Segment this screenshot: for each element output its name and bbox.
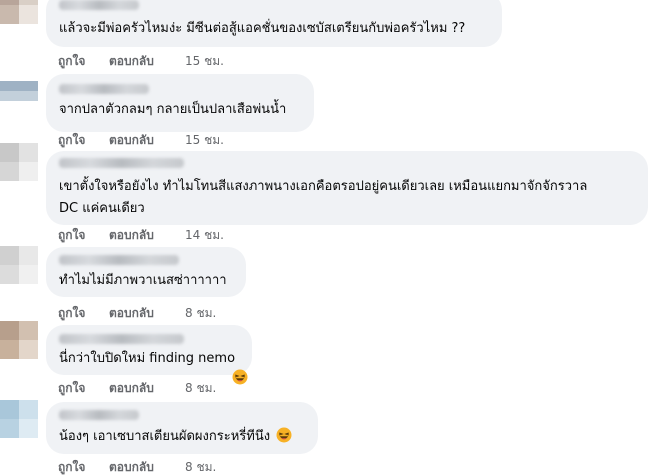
comment-timestamp[interactable]: 8 ชม.	[185, 304, 216, 322]
comment-actions: ถูกใจ ตอบกลับ 8 ชม.	[58, 379, 216, 397]
comment-bubble: จากปลาตัวกลมๆ กลายเป็นปลาเสือพ่นน้ำ	[46, 74, 314, 132]
comment-timestamp[interactable]: 14 ชม.	[185, 226, 224, 244]
comment-bubble: แล้วจะมีพ่อครัวไหมง่ะ มีซีนต่อสู้แอคชั่น…	[46, 0, 502, 47]
comment-bubble: น้องๆ เอาเซบาสเตียนผัดผงกระหรี่ทีนึง	[46, 402, 318, 454]
avatar[interactable]	[0, 246, 38, 284]
laughing-emoji-icon	[276, 427, 292, 443]
comment-actions: ถูกใจ ตอบกลับ 15 ชม.	[58, 52, 224, 70]
comment-bubble: นี่กว่าใบปิดใหม่ finding nemo	[46, 325, 252, 375]
avatar[interactable]	[0, 0, 38, 24]
reply-link[interactable]: ตอบกลับ	[109, 458, 185, 476]
avatar[interactable]	[0, 81, 38, 101]
commenter-name-blurred[interactable]	[59, 84, 149, 94]
comment-text: ทำไมไม่มีภาพวาเนสซ่าาาาาา	[59, 273, 227, 288]
comment-text-line1: เขาตั้งใจหรือยังไง ทำไมโทนสีแสงภาพนางเอก…	[59, 179, 588, 194]
reply-link[interactable]: ตอบกลับ	[109, 379, 185, 397]
comment-actions: ถูกใจ ตอบกลับ 8 ชม.	[58, 458, 216, 476]
like-link[interactable]: ถูกใจ	[58, 458, 109, 476]
comment-timestamp[interactable]: 15 ชม.	[185, 131, 224, 149]
laughing-emoji-reaction-icon[interactable]	[232, 369, 248, 385]
comment-actions: ถูกใจ ตอบกลับ 8 ชม.	[58, 304, 216, 322]
comment-timestamp[interactable]: 15 ชม.	[185, 52, 224, 70]
commenter-name-blurred[interactable]	[59, 0, 139, 10]
reply-link[interactable]: ตอบกลับ	[109, 52, 185, 70]
comment-bubble: ทำไมไม่มีภาพวาเนสซ่าาาาาา	[46, 247, 246, 297]
comment-actions: ถูกใจ ตอบกลับ 15 ชม.	[58, 131, 224, 149]
commenter-name-blurred[interactable]	[59, 334, 184, 344]
comment-bubble: เขาตั้งใจหรือยังไง ทำไมโทนสีแสงภาพนางเอก…	[46, 151, 648, 225]
like-link[interactable]: ถูกใจ	[58, 304, 109, 322]
comment-text: นี่กว่าใบปิดใหม่ finding nemo	[59, 351, 236, 366]
commenter-name-blurred[interactable]	[59, 158, 184, 168]
reply-link[interactable]: ตอบกลับ	[109, 304, 185, 322]
comment-actions: ถูกใจ ตอบกลับ 14 ชม.	[58, 226, 224, 244]
avatar[interactable]	[0, 143, 38, 181]
reply-link[interactable]: ตอบกลับ	[109, 131, 185, 149]
commenter-name-blurred[interactable]	[59, 410, 139, 420]
avatar[interactable]	[0, 321, 38, 359]
avatar[interactable]	[0, 400, 38, 438]
comment-text-content: น้องๆ เอาเซบาสเตียนผัดผงกระหรี่ทีนึง	[59, 429, 271, 444]
like-link[interactable]: ถูกใจ	[58, 131, 109, 149]
comment-text: จากปลาตัวกลมๆ กลายเป็นปลาเสือพ่นน้ำ	[59, 102, 287, 117]
like-link[interactable]: ถูกใจ	[58, 52, 109, 70]
comment-text-line2: DC แค่คนเดียว	[59, 201, 145, 216]
comment-timestamp[interactable]: 8 ชม.	[185, 379, 216, 397]
comment-timestamp[interactable]: 8 ชม.	[185, 458, 216, 476]
comment-text: น้องๆ เอาเซบาสเตียนผัดผงกระหรี่ทีนึง	[59, 426, 292, 448]
reply-link[interactable]: ตอบกลับ	[109, 226, 185, 244]
comment-text: แล้วจะมีพ่อครัวไหมง่ะ มีซีนต่อสู้แอคชั่น…	[59, 21, 466, 36]
like-link[interactable]: ถูกใจ	[58, 379, 109, 397]
commenter-name-blurred[interactable]	[59, 255, 179, 265]
like-link[interactable]: ถูกใจ	[58, 226, 109, 244]
